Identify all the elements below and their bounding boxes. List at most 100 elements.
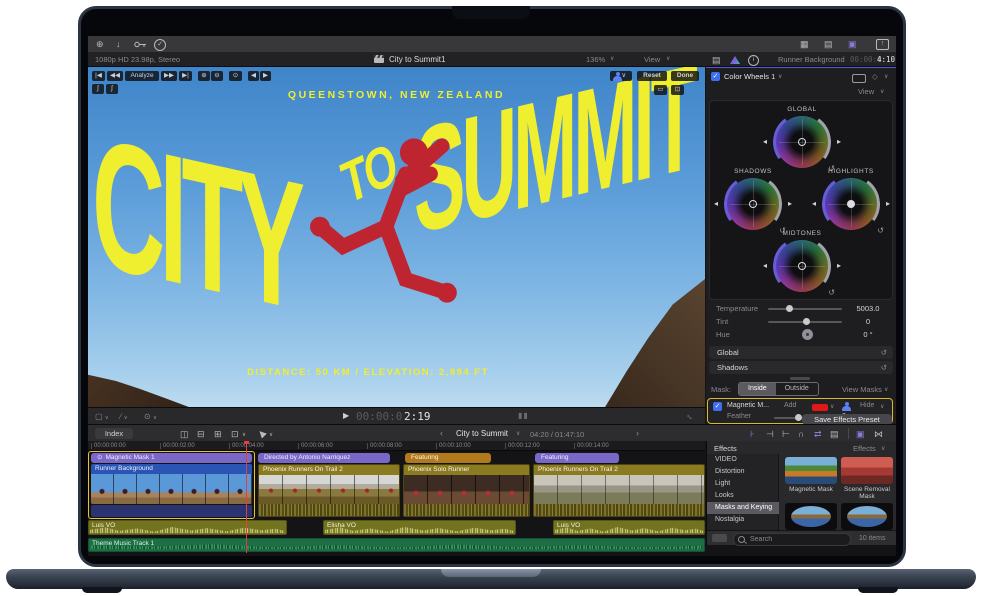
search-input[interactable] <box>748 534 848 545</box>
filmstrip-toggle-icon[interactable] <box>712 534 727 542</box>
skip-end-button[interactable]: ▶| <box>179 71 192 81</box>
mask-enable-checkbox[interactable]: ✓ <box>713 402 722 411</box>
clip-phoenix-solo-runner[interactable]: Phoenix Solo Runner <box>403 464 530 517</box>
done-button[interactable]: Done <box>671 71 699 81</box>
effect-thumb-magnetic-mask[interactable] <box>785 457 837 484</box>
keyword-editor-icon[interactable] <box>134 41 147 48</box>
crop-tool-dropdown[interactable]: ▢ ∨ <box>95 412 109 421</box>
append-clip-icon[interactable]: ⊞ <box>214 429 222 439</box>
crop-overlay-icon[interactable]: ⊡ <box>671 85 684 95</box>
temperature-value[interactable]: 5003.0 <box>848 304 888 313</box>
previous-project-arrow[interactable]: ‹ <box>440 428 443 438</box>
add-person-dropdown[interactable]: ∨ <box>610 71 632 81</box>
browser-toggle-icon[interactable]: ▦ <box>800 39 809 49</box>
clip-title-directed-by[interactable]: Directed by Antonio Narriquez <box>258 453 390 463</box>
play-button[interactable]: ▶ <box>343 411 349 420</box>
clip-theme-music[interactable]: Theme Music Track 1 <box>88 538 705 552</box>
download-icon[interactable]: ↓ <box>116 39 121 49</box>
step-forward-button[interactable]: ▶ <box>260 71 271 81</box>
category-nostalgia[interactable]: Nostalgia <box>707 514 779 526</box>
retime-tool-dropdown[interactable]: ⊙ ∨ <box>144 412 157 421</box>
fx-append-icon[interactable]: ⊢ <box>782 429 790 439</box>
section-global[interactable]: Global ↺ <box>709 346 893 359</box>
color-inspector-icon[interactable] <box>730 56 740 64</box>
temperature-slider[interactable] <box>768 308 842 310</box>
fx-insert-icon[interactable]: ⊣ <box>766 429 774 439</box>
clip-phoenix-runners-1[interactable]: Phoenix Runners On Trail 2 <box>258 464 400 517</box>
effects-browser-icon[interactable]: ▣ <box>856 429 865 439</box>
clip-runner-background[interactable]: Runner Background <box>91 464 252 504</box>
mask-color-swatch[interactable] <box>812 404 828 411</box>
blade-tool-dropdown[interactable]: ∕ ∨ <box>120 412 128 421</box>
pointer-tool-icon[interactable]: ▶ <box>255 428 267 440</box>
info-inspector-icon[interactable]: i <box>748 55 759 66</box>
color-wheel-highlights[interactable]: ◂▸ ↺ <box>825 178 877 230</box>
clip-title-magnetic-mask[interactable]: ⊙Magnetic Mask 1 <box>91 453 252 463</box>
tracker-button[interactable]: ⊙ <box>229 71 242 81</box>
timeline-toggle-icon[interactable]: ▣ <box>848 39 857 49</box>
effect-enable-checkbox[interactable]: ✓ <box>711 72 720 81</box>
insert-clip-icon[interactable]: ⊟ <box>197 429 205 439</box>
clip-luis-vo-2[interactable]: Luis VO <box>553 520 705 535</box>
timeline-project-dropdown[interactable]: City to Summit <box>456 429 508 438</box>
fast-forward-button[interactable]: ▶▶ <box>161 71 177 81</box>
playhead[interactable] <box>246 441 247 553</box>
tint-value[interactable]: 0 <box>848 317 888 326</box>
audition-headphones-icon[interactable]: ∩ <box>798 429 804 439</box>
reset-icon[interactable]: ↺ <box>881 346 887 359</box>
mask-stroke-tool-icon[interactable]: ∫ <box>92 84 104 94</box>
reset-button[interactable]: Reset <box>637 71 667 81</box>
zoom-in-button[interactable]: ⊕ <box>198 71 210 81</box>
import-media-icon[interactable]: ⊕ <box>96 39 104 49</box>
mask-outside-option[interactable]: Outside <box>776 383 818 395</box>
expand-viewer-icon[interactable]: ↔ <box>684 409 697 422</box>
background-tasks-icon[interactable]: ✓ <box>154 39 166 51</box>
clip-phoenix-runners-2[interactable]: Phoenix Runners On Trail 2 <box>533 464 705 517</box>
clip-elisha-vo[interactable]: Elisha VO <box>323 520 516 535</box>
list-view-toggle-icon[interactable]: ▤ <box>824 39 833 49</box>
effects-search-field[interactable] <box>733 533 851 546</box>
keyframe-icon[interactable]: ◇ <box>872 72 878 81</box>
mask-eraser-tool-icon[interactable]: ∫ <box>106 84 118 94</box>
section-shadows[interactable]: Shadows ↺ <box>709 361 893 374</box>
color-wheel-global[interactable]: ◂▸ ↺ <box>776 116 828 168</box>
person-mask-icon[interactable] <box>842 402 851 411</box>
overwrite-clip-icon[interactable]: ⊡ <box>231 429 239 439</box>
view-masks-dropdown[interactable]: View Masks <box>842 385 882 394</box>
rewind-button[interactable]: ◀◀ <box>107 71 123 81</box>
analyze-button[interactable]: Analyze <box>125 71 159 81</box>
step-back-button[interactable]: ◀ <box>248 71 259 81</box>
reset-icon[interactable]: ↺ <box>881 361 887 374</box>
panel-scroll-handle[interactable] <box>790 377 810 380</box>
audio-meters-icon[interactable]: ▮▮ <box>518 411 529 420</box>
effect-thumb-vignette-2[interactable] <box>841 503 893 530</box>
zoom-out-button[interactable]: ⊖ <box>211 71 223 81</box>
transitions-browser-icon[interactable]: ⋈ <box>874 429 883 439</box>
clip-title-featuring-2[interactable]: Featuring <box>535 453 619 463</box>
share-icon[interactable]: ↑ <box>876 39 889 50</box>
wheel-reset-icon[interactable]: ↺ <box>828 288 835 297</box>
next-project-arrow[interactable]: › <box>636 428 639 438</box>
playhead-handle[interactable] <box>244 441 249 444</box>
effects-sort-dropdown[interactable]: Effects <box>853 444 876 453</box>
category-distortion[interactable]: Distortion <box>707 466 779 478</box>
trim-mode-icon[interactable]: ⇄ <box>814 429 822 439</box>
effect-thumb-vignette-1[interactable] <box>785 503 837 530</box>
color-wheel-shadows[interactable]: ◂▸ ↺ <box>727 178 779 230</box>
mask-shape-icon[interactable] <box>852 74 866 83</box>
letterbox-overlay-icon[interactable]: ▭ <box>654 85 667 95</box>
index-button[interactable]: Index <box>95 428 133 439</box>
fx-connect-icon[interactable]: ⊦ <box>750 429 755 439</box>
color-wheel-midtones[interactable]: ◂▸ ↺ <box>776 240 828 292</box>
category-looks[interactable]: Looks <box>707 490 779 502</box>
category-light[interactable]: Light <box>707 478 779 490</box>
mask-add-dropdown[interactable]: Add <box>784 402 796 409</box>
mask-inside-option[interactable]: Inside <box>739 383 776 395</box>
view-dropdown[interactable]: View <box>644 55 660 64</box>
hue-value[interactable]: 0 ° <box>848 330 888 339</box>
wheels-view-dropdown[interactable]: View <box>858 87 874 96</box>
wheel-reset-icon[interactable]: ↺ <box>877 226 884 235</box>
skip-start-button[interactable]: |◀ <box>92 71 105 81</box>
mask-hide-dropdown[interactable]: Hide <box>860 402 874 409</box>
clip-title-featuring-1[interactable]: Featuring <box>405 453 491 463</box>
